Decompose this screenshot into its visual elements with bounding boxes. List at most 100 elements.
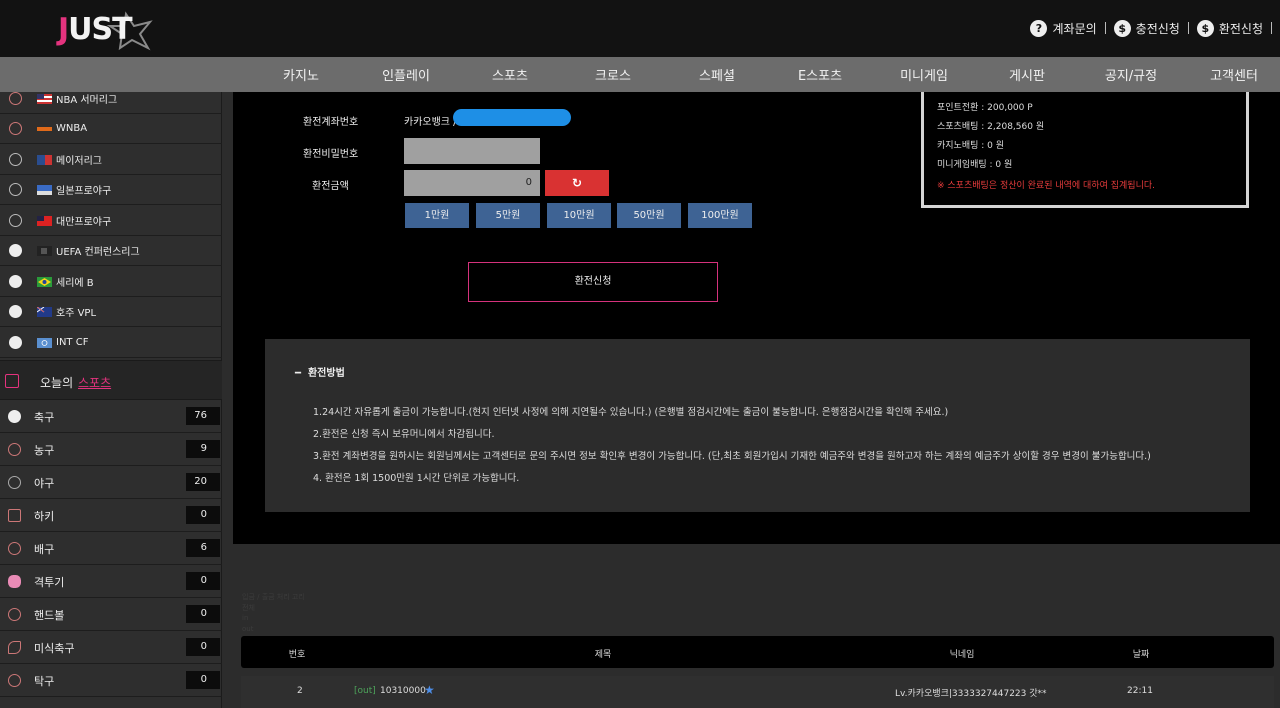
info-note: ※ 스포츠배팅은 정산이 완료된 내역에 대하여 집계됩니다. [937,181,1156,191]
nav-board[interactable]: 게시판 [1009,65,1045,84]
soccer-icon [8,410,21,423]
league-item[interactable]: 대만프로야구 [0,206,222,236]
league-label: NBA 서머리그 [56,95,118,106]
nav-sports[interactable]: 스포츠 [492,65,528,84]
today-sports-header[interactable]: 오늘의 스포츠 [0,360,222,400]
method-title-text: 환전방법 [307,368,345,379]
faint-text: 입금 / 출금 처리 고리 [242,593,305,601]
withdraw-submit-button[interactable]: 환전신청 [468,262,718,302]
us-flag-icon [37,93,52,104]
method-title[interactable]: ━ 환전방법 [295,364,345,379]
sport-label: 야구 [34,477,55,490]
calendar-icon [5,374,19,388]
league-label: WNBA [56,123,88,134]
row-nickname: Lv.카카오뱅크|3333327447223 갓** [895,689,1047,699]
withdraw-method-box: ━ 환전방법 1.24시간 자유롭게 출금이 가능합니다.(현지 인터넷 사정에… [265,339,1250,512]
league-item[interactable]: INT CF [0,328,222,358]
soccer-icon [9,336,22,349]
withdraw-request-link[interactable]: $ 환전신청 [1196,19,1263,37]
sport-item-handball[interactable]: 핸드볼 0 [0,598,222,631]
sport-label: 배구 [34,543,55,556]
row-title[interactable]: 10310000 [380,686,426,696]
amount-button-100k[interactable]: 10만원 [547,203,611,228]
logo[interactable]: JUST [58,8,158,52]
un-flag-icon [37,337,52,348]
volleyball-icon [8,542,21,555]
sport-item-soccer[interactable]: 축구 76 [0,400,222,433]
sport-count-badge: 0 [186,605,220,623]
league-item[interactable]: 호주 VPL [0,297,222,327]
baseball-icon [9,153,22,166]
question-icon: ? [1030,19,1048,37]
nav-minigame[interactable]: 미니게임 [900,65,948,84]
sport-item-american-football[interactable]: 미식축구 0 [0,631,222,664]
col-title: 제목 [594,650,612,660]
refresh-icon: ↻ [571,176,583,190]
amount-field[interactable]: 0 [404,170,540,196]
sport-count-badge: 6 [186,539,220,557]
nav-cross[interactable]: 크로스 [595,65,631,84]
league-item[interactable]: UEFA 컨퍼런스리그 [0,236,222,266]
mlb-logo-icon [37,154,52,165]
league-label: 일본프로야구 [56,186,112,197]
nav-esports[interactable]: E스포츠 [798,65,842,84]
league-item[interactable]: 메이저리그 [0,145,222,175]
password-field[interactable] [404,138,540,164]
top-links: ? 계좌문의 $ 충전신청 $ 환전신청 [1030,17,1280,39]
sport-item-volleyball[interactable]: 배구 6 [0,532,222,565]
sport-count-badge: 9 [186,440,220,458]
deposit-request-link[interactable]: $ 충전신청 [1113,19,1180,37]
account-inquiry-link[interactable]: ? 계좌문의 [1030,19,1097,37]
amount-button-1m[interactable]: 100만원 [688,203,752,228]
sport-item-baseball[interactable]: 야구 20 [0,466,222,499]
top-bar: JUST ? 계좌문의 $ 충전신청 $ 환전신청 [0,0,1280,57]
npb-logo-icon [37,184,52,195]
sport-count-badge: 76 [186,407,220,425]
sport-item-fighting[interactable]: 격투기 0 [0,565,222,598]
faint-text: out [242,625,254,633]
row-date: 22:11 [1127,686,1153,696]
sport-item-hockey[interactable]: 하키 0 [0,499,222,532]
amount-button-50k[interactable]: 5만원 [476,203,540,228]
league-label: 세리에 B [56,278,94,289]
nav-special[interactable]: 스페셜 [699,65,735,84]
info-line: 미니게임배팅 : 0 원 [937,160,1013,170]
col-number: 번호 [288,650,306,660]
logo-text: JUST [58,12,133,47]
baseball-icon [8,476,21,489]
amount-button-500k[interactable]: 50만원 [617,203,681,228]
boxing-glove-icon [8,575,21,588]
basketball-icon [9,92,22,105]
sport-count-badge: 0 [186,638,220,656]
sport-label: 핸드볼 [34,609,65,622]
sport-count-badge: 0 [186,671,220,689]
sport-label: 격투기 [34,576,65,589]
money-bag-icon: $ [1113,19,1131,37]
nav-support[interactable]: 고객센터 [1210,65,1258,84]
faint-text: in [242,614,249,622]
league-item[interactable]: WNBA [0,114,222,144]
league-item[interactable]: NBA 서머리그 [0,84,222,114]
brazil-flag-icon [37,276,52,287]
nav-casino[interactable]: 카지노 [283,65,319,84]
league-item[interactable]: 세리에 B [0,267,222,297]
amount-button-10k[interactable]: 1만원 [405,203,469,228]
divider [1104,22,1106,34]
uefa-logo-icon [37,245,52,256]
method-line: 2.환전은 신청 즉시 보유머니에서 차감됩니다. [313,429,495,440]
faint-text: 전체 [242,604,255,612]
method-line: 4. 환전은 1회 1500만원 1시간 단위로 가능합니다. [313,473,520,484]
nav-notice[interactable]: 공지/규정 [1105,65,1157,84]
league-item[interactable]: 일본프로야구 [0,175,222,205]
sport-label: 농구 [34,444,55,457]
sport-label: 하키 [34,510,55,523]
sport-item-table-tennis[interactable]: 탁구 0 [0,664,222,697]
table-row[interactable]: 2 [out] 10310000 ★ Lv.카카오뱅크|333332744722… [241,676,1274,708]
reset-amount-button[interactable]: ↻ [545,170,609,196]
nav-inplay[interactable]: 인플레이 [382,65,430,84]
withdraw-request-label: 환전신청 [1218,21,1263,36]
league-label: 대만프로야구 [56,217,112,228]
hockey-stick-icon [8,509,21,522]
soccer-icon [9,275,22,288]
sport-item-basketball[interactable]: 농구 9 [0,433,222,466]
